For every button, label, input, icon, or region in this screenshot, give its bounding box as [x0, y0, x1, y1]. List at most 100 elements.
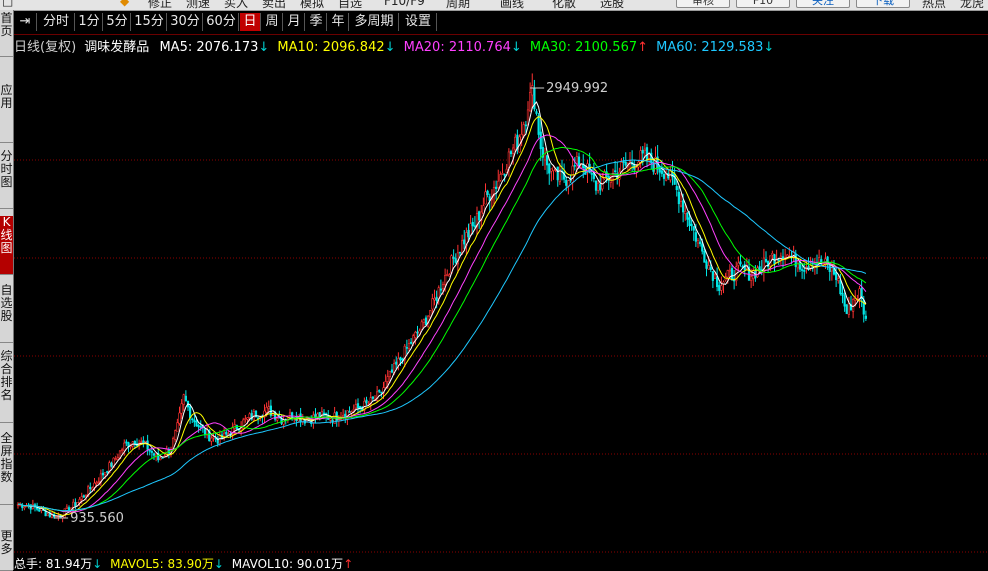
period-1min[interactable]: 1分	[76, 13, 103, 31]
candle-body	[531, 85, 534, 96]
pin-icon[interactable]: ⇥	[14, 13, 37, 31]
candle	[573, 157, 576, 171]
menu-item-7[interactable]: 周期	[446, 0, 470, 10]
menu-dragon[interactable]: 龙虎	[960, 0, 984, 10]
kline-chart[interactable]: 2949.992 935.560	[14, 60, 988, 554]
candle	[288, 408, 292, 419]
candle-body	[461, 240, 464, 254]
sidebar-item-timeshare[interactable]: 分时图	[0, 150, 13, 209]
menu-item-4[interactable]: 模拟	[300, 0, 324, 10]
period-60min[interactable]: 60分	[204, 13, 239, 31]
candle-body	[709, 267, 712, 270]
period-day[interactable]: 日	[240, 13, 261, 31]
period-year[interactable]: 年	[328, 13, 349, 31]
sidebar-item-apps[interactable]: 应用	[0, 84, 13, 143]
candle-body	[203, 429, 207, 435]
chart-grid	[14, 159, 988, 553]
candle	[539, 119, 542, 162]
candle-body	[737, 262, 740, 266]
candle-body	[433, 297, 436, 301]
period-settings[interactable]: 设置	[400, 13, 437, 31]
top-button-2[interactable]: 关注	[796, 0, 850, 8]
period-30min[interactable]: 30分	[168, 13, 203, 31]
top-button-3[interactable]: 下载	[856, 0, 910, 8]
candle	[101, 469, 105, 479]
candle	[514, 133, 517, 152]
candle-body	[148, 449, 151, 452]
total-volume-dir-icon: ↓	[92, 557, 103, 571]
candle	[369, 391, 372, 410]
sidebar-item-home[interactable]: 首页	[0, 12, 13, 57]
candle-body	[739, 261, 742, 265]
candle	[463, 230, 466, 250]
candle-body	[218, 435, 221, 445]
sidebar-item-more[interactable]: 更多	[0, 530, 13, 571]
candle	[384, 374, 387, 389]
candle-body	[696, 239, 700, 244]
ma5-value: MA5: 2076.173	[159, 40, 259, 55]
candle	[206, 424, 209, 439]
top-button-1[interactable]: F10	[736, 0, 790, 8]
menu-item-9[interactable]: 化散	[552, 0, 576, 10]
candle-body	[463, 239, 466, 245]
candle-body	[471, 221, 474, 227]
candle	[197, 423, 200, 433]
candle	[482, 197, 485, 214]
candle-body	[750, 276, 753, 281]
candle-body	[703, 251, 706, 263]
candle-body	[424, 317, 428, 326]
candle-body	[665, 173, 668, 181]
candle-body	[435, 296, 438, 301]
candle-body	[495, 186, 498, 190]
candle	[454, 253, 457, 264]
candle	[250, 409, 253, 421]
menu-item-6[interactable]: F10/F9	[384, 0, 425, 8]
candle-body	[614, 170, 617, 173]
menu-item-1[interactable]: 测速	[186, 0, 210, 10]
candle-body	[764, 258, 768, 262]
period-quarter[interactable]: 季	[306, 13, 327, 31]
period-15min[interactable]: 15分	[132, 13, 167, 31]
diamond-icon[interactable]: ◆	[120, 0, 129, 8]
candle-body	[378, 390, 381, 392]
menu-item-2[interactable]: 买入	[224, 0, 248, 10]
candle-body	[652, 163, 655, 172]
candle	[505, 164, 508, 173]
candle-body	[864, 315, 867, 319]
candle-body	[486, 190, 489, 196]
period-5min[interactable]: 5分	[104, 13, 131, 31]
top-button-0[interactable]: 审核	[676, 0, 730, 8]
candle	[21, 502, 24, 511]
mavol5-dir-icon: ↓	[213, 557, 224, 571]
sidebar-item-index[interactable]: 全屏指数	[0, 432, 13, 505]
menu-item-10[interactable]: 选股	[600, 0, 624, 10]
period-multi[interactable]: 多周期	[350, 13, 399, 31]
candle	[773, 253, 776, 272]
candle-body	[431, 298, 434, 310]
candle-body	[446, 274, 449, 276]
sidebar-item-kline[interactable]: K线图	[0, 216, 13, 275]
menu-item-5[interactable]: 自选	[338, 0, 362, 10]
period-timeshare[interactable]: 分时	[38, 13, 75, 31]
candle	[144, 440, 147, 443]
sidebar-item-watchlist[interactable]: 自选股	[0, 284, 13, 343]
candle	[652, 158, 655, 175]
candle	[703, 248, 706, 263]
menu-item-3[interactable]: 卖出	[262, 0, 286, 10]
candle-body	[716, 276, 719, 287]
candle	[556, 166, 559, 187]
period-week[interactable]: 周	[262, 13, 283, 31]
menu-item-0[interactable]: 修正	[148, 0, 172, 10]
sidebar-item-ranking[interactable]: 综合排名	[0, 350, 13, 423]
period-month[interactable]: 月	[284, 13, 305, 31]
candle-body	[246, 417, 249, 420]
candle	[669, 165, 672, 183]
candle-body	[514, 136, 517, 151]
candle-body	[390, 369, 394, 373]
candle-body	[184, 395, 187, 402]
candle	[257, 416, 260, 425]
toolbar-blank[interactable]: □	[2, 0, 13, 8]
menu-item-8[interactable]: 画线	[500, 0, 524, 10]
candle-body	[23, 506, 26, 509]
menu-hot[interactable]: 热点	[922, 0, 946, 10]
